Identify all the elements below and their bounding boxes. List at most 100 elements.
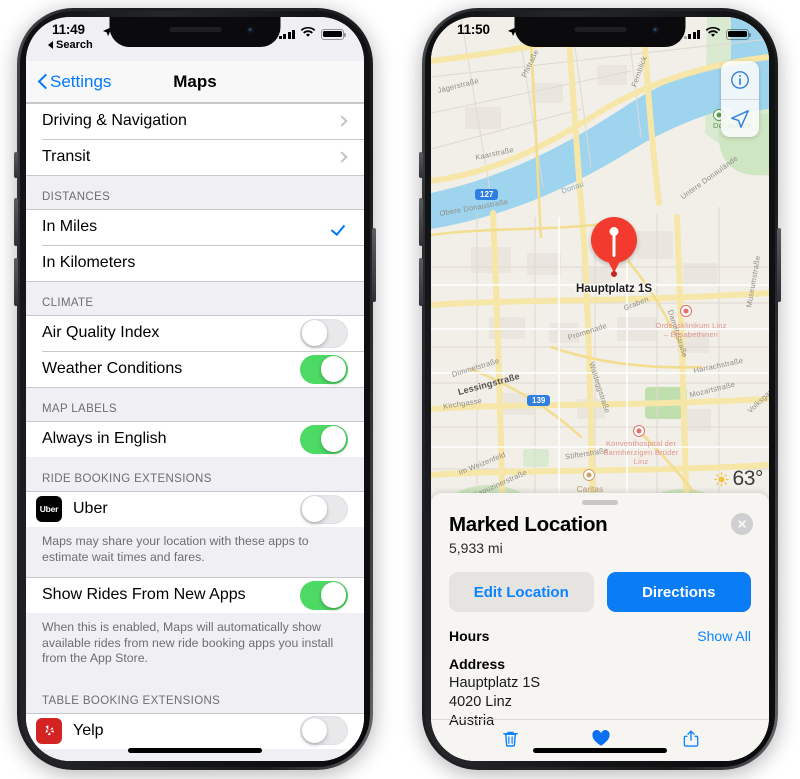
yelp-app-icon	[36, 717, 62, 744]
power-button[interactable]	[372, 228, 376, 302]
show-rides-toggle[interactable]	[300, 580, 348, 610]
map-pin-marked-location[interactable]: Hauptplatz 1S	[576, 217, 652, 295]
chevron-right-icon	[336, 151, 348, 163]
group-header-map-labels: MAP LABELS	[42, 403, 117, 415]
notch	[109, 17, 281, 47]
sheet-toolbar	[431, 719, 769, 761]
group-header-climate: CLIMATE	[42, 297, 94, 309]
power-button[interactable]	[777, 228, 781, 302]
notch	[514, 17, 686, 47]
mute-switch[interactable]	[419, 152, 423, 178]
settings-row-in-miles[interactable]: In Miles	[26, 209, 364, 245]
weather-conditions-toggle[interactable]	[300, 354, 348, 384]
map-poi-konventhospital: Konventhospital der Barmherzigen Brüder …	[603, 439, 679, 466]
chevron-right-icon	[336, 115, 348, 127]
mute-switch[interactable]	[14, 152, 18, 178]
wifi-icon	[300, 25, 316, 43]
volume-down-button[interactable]	[14, 258, 18, 306]
front-camera	[651, 26, 660, 34]
group-footer-show-rides: When this is enabled, Maps will automati…	[42, 620, 334, 665]
back-to-search-link[interactable]: Search	[48, 39, 93, 51]
home-indicator[interactable]	[128, 748, 262, 753]
row-label: Yelp	[73, 721, 104, 739]
settings-list[interactable]: Driving & Navigation Transit DISTANCES I…	[26, 103, 364, 761]
settings-group-distances: DISTANCES In Miles In Kilometers	[26, 175, 364, 281]
uber-icon-text: Uber	[39, 504, 59, 514]
sun-icon	[714, 471, 730, 487]
cellular-bars-icon	[278, 29, 295, 39]
phone-left-screen: 11:49 Search Settings Maps Driving & Nav…	[26, 17, 364, 761]
row-label: Driving & Navigation	[42, 112, 187, 129]
volume-down-button[interactable]	[419, 258, 423, 306]
settings-group-ride-booking: RIDE BOOKING EXTENSIONS Uber Uber Maps m…	[26, 457, 364, 577]
settings-row-show-rides-from-new-apps[interactable]: Show Rides From New Apps	[26, 577, 364, 613]
location-arrow-icon	[731, 109, 749, 128]
row-label: Transit	[42, 148, 91, 165]
settings-row-always-in-english[interactable]: Always in English	[26, 421, 364, 457]
place-title: Marked Location	[449, 513, 608, 536]
settings-row-air-quality-index[interactable]: Air Quality Index	[26, 315, 364, 351]
status-right-cluster	[278, 25, 347, 43]
row-label: Air Quality Index	[42, 324, 160, 341]
pin-label: Hauptplatz 1S	[575, 283, 653, 295]
edit-location-button[interactable]: Edit Location	[449, 572, 594, 612]
navigation-bar: Settings Maps	[26, 61, 364, 103]
row-label: Uber	[73, 500, 108, 517]
settings-row-weather-conditions[interactable]: Weather Conditions	[26, 351, 364, 387]
phone-left-settings: 11:49 Search Settings Maps Driving & Nav…	[5, 0, 385, 779]
address-label: Address	[449, 656, 506, 672]
battery-icon	[321, 28, 347, 40]
settings-row-uber[interactable]: Uber Uber	[26, 491, 364, 527]
air-quality-index-toggle[interactable]	[300, 318, 348, 348]
row-label: Show Rides From New Apps	[42, 586, 246, 603]
hospital-icon-ordensklinikum[interactable]	[680, 305, 692, 317]
chevron-left-icon	[38, 74, 47, 90]
uber-toggle[interactable]	[300, 494, 348, 524]
hospital-icon-konventhospital[interactable]	[633, 425, 645, 437]
weather-temperature: 63°	[732, 467, 763, 490]
volume-up-button[interactable]	[14, 198, 18, 246]
address-block: Address Hauptplatz 1S 4020 Linz Austria	[431, 644, 769, 731]
place-distance: 5,933 mi	[449, 540, 503, 556]
settings-group-climate: CLIMATE Air Quality Index Weather Condit…	[26, 281, 364, 387]
always-in-english-toggle[interactable]	[300, 424, 348, 454]
volume-up-button[interactable]	[419, 198, 423, 246]
locate-button[interactable]	[721, 99, 759, 137]
info-button[interactable]	[721, 61, 759, 99]
hours-label: Hours	[449, 628, 490, 644]
group-header-table-booking: TABLE BOOKING EXTENSIONS	[42, 694, 221, 707]
info-circle-icon	[731, 71, 749, 89]
map-canvas[interactable]: 127 139 Jägerstraße Kaarstraße Pfstraße …	[431, 17, 769, 548]
group-footer-ride-booking: Maps may share your location with these …	[42, 534, 309, 564]
close-button[interactable]	[731, 513, 753, 535]
map-poi-ordensklinikum: Ordensklinikum Linz – Elisabethinen	[655, 321, 727, 339]
share-button[interactable]	[682, 729, 700, 753]
settings-group-navigation: Driving & Navigation Transit	[26, 103, 364, 175]
maps-app-screen: 127 139 Jägerstraße Kaarstraße Pfstraße …	[431, 17, 769, 761]
sheet-grabber[interactable]	[582, 500, 618, 505]
phone-right-screen: 127 139 Jägerstraße Kaarstraße Pfstraße …	[431, 17, 769, 761]
back-to-settings-button[interactable]: Settings	[38, 72, 111, 92]
page-title: Maps	[173, 71, 217, 91]
settings-row-yelp[interactable]: Yelp	[26, 712, 364, 749]
back-to-app-label: Search	[56, 39, 93, 51]
home-indicator[interactable]	[533, 748, 667, 753]
row-label: In Kilometers	[42, 254, 136, 271]
yelp-toggle[interactable]	[300, 716, 348, 745]
settings-group-table-booking: TABLE BOOKING EXTENSIONS Yelp	[26, 679, 364, 749]
caritas-icon[interactable]	[583, 469, 595, 481]
group-header-distances: DISTANCES	[42, 191, 111, 203]
place-card-sheet[interactable]: Marked Location 5,933 mi Edit Location D…	[431, 493, 769, 761]
phone-right-maps: 127 139 Jägerstraße Kaarstraße Pfstraße …	[410, 0, 790, 779]
back-triangle-icon	[48, 41, 53, 49]
settings-row-in-kilometers[interactable]: In Kilometers	[26, 245, 364, 281]
checkmark-icon	[332, 219, 348, 235]
uber-app-icon: Uber	[36, 496, 62, 522]
delete-button[interactable]	[501, 729, 520, 753]
map-controls	[721, 61, 759, 137]
directions-button[interactable]: Directions	[606, 572, 751, 612]
show-all-link[interactable]: Show All	[697, 628, 751, 644]
settings-row-transit[interactable]: Transit	[26, 139, 364, 175]
status-time: 11:49	[52, 22, 85, 37]
settings-row-driving-navigation[interactable]: Driving & Navigation	[26, 103, 364, 139]
